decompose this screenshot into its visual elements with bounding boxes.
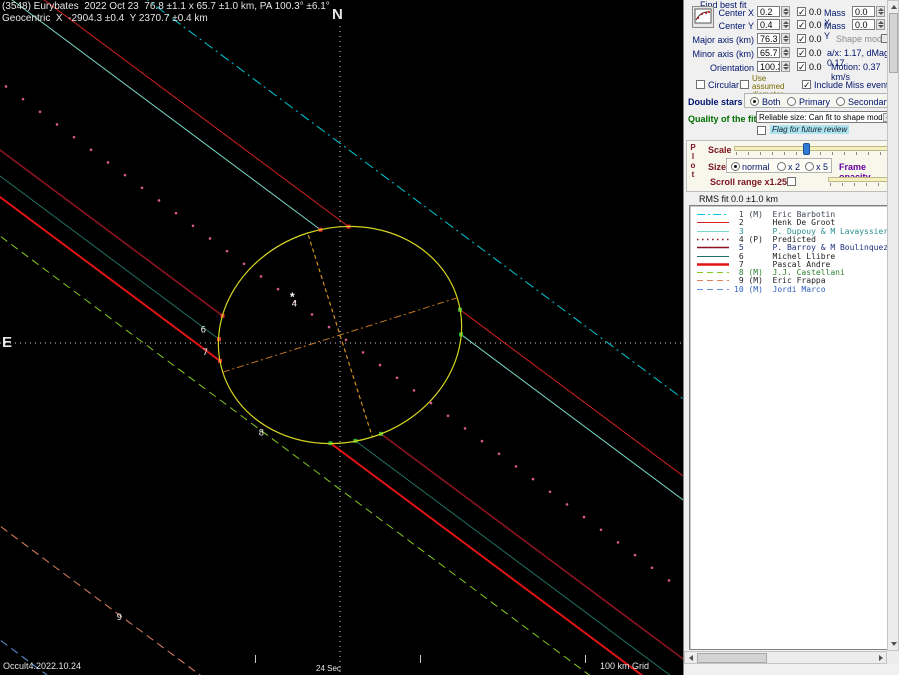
scroll-up-icon[interactable] <box>891 5 897 9</box>
center-y-input[interactable]: 0.4 <box>757 19 780 30</box>
occultation-plot[interactable]: 46789* (3548) Eurybates 2022 Oct 23 76.8… <box>0 0 683 675</box>
mass-y-spinner[interactable] <box>876 19 885 30</box>
use-assumed-diameter-checkbox[interactable] <box>740 80 749 89</box>
size-normal-radio[interactable] <box>731 162 740 171</box>
double-stars-primary-label: Primary <box>799 97 830 107</box>
rms-fit-label: RMS fit 0.0 ±1.0 km <box>699 194 778 204</box>
scale-slider-track[interactable] <box>734 146 897 151</box>
vertical-scrollbar[interactable] <box>887 0 899 651</box>
double-stars-both-label: Both <box>762 97 781 107</box>
size-x5-radio[interactable] <box>805 162 814 171</box>
flag-future-review-label: Flag for future review <box>770 125 849 134</box>
scale-slider[interactable] <box>734 143 897 155</box>
north-direction-label: N <box>332 6 343 23</box>
size-label: Size <box>708 162 726 172</box>
center-x-spinner[interactable] <box>781 6 790 17</box>
size-normal-label: normal <box>742 162 770 172</box>
quality-dropdown-value: Reliable size: Can fit to shape models <box>759 113 893 122</box>
horizontal-scrollbar-thumb[interactable] <box>697 653 767 663</box>
quality-of-fit-label: Quality of the fit <box>688 114 757 124</box>
scale-slider-ticks <box>736 152 895 155</box>
minor-axis-label: Minor axis (km) <box>688 49 754 59</box>
svg-text:6: 6 <box>201 325 206 335</box>
major-axis-label: Major axis (km) <box>688 35 754 45</box>
east-direction-label: E <box>2 334 12 351</box>
center-y-fit-checkbox[interactable]: ✓ <box>797 20 806 29</box>
circular-checkbox[interactable] <box>696 80 705 89</box>
scroll-down-icon[interactable] <box>891 642 897 646</box>
center-y-spinner[interactable] <box>781 19 790 30</box>
include-miss-events-checkbox[interactable]: ✓ <box>802 80 811 89</box>
major-axis-spinner[interactable] <box>781 33 790 44</box>
mass-x-spinner[interactable] <box>876 6 885 17</box>
major-axis-sigma: 0.0 <box>809 34 822 44</box>
center-x-label: Center X <box>692 8 754 18</box>
scroll-left-icon[interactable] <box>689 655 693 661</box>
time-scale-label: 24 Sec <box>316 664 341 673</box>
size-x2-label: x 2 <box>788 162 800 172</box>
minor-axis-sigma: 0.0 <box>809 48 822 58</box>
svg-text:*: * <box>290 290 295 304</box>
double-stars-both-radio[interactable] <box>750 97 759 106</box>
chords-plot-canvas: 46789* <box>0 0 683 675</box>
vertical-scrollbar-thumb[interactable] <box>889 13 898 73</box>
size-x5-label: x 5 <box>816 162 828 172</box>
orientation-sigma: 0.0 <box>809 62 822 72</box>
circular-label: Circular <box>708 80 739 90</box>
mass-x-input[interactable]: 0.0 <box>852 6 875 17</box>
quality-dropdown[interactable]: Reliable size: Can fit to shape models <box>756 111 895 123</box>
svg-text:9: 9 <box>117 613 122 623</box>
orientation-fit-checkbox[interactable]: ✓ <box>797 62 806 71</box>
center-x-fit-checkbox[interactable]: ✓ <box>797 7 806 16</box>
scroll-range-label: Scroll range x1.25 <box>710 177 787 187</box>
minor-axis-spinner[interactable] <box>781 47 790 58</box>
legend-row-text: 10 (M) Jordi Marco <box>734 285 826 294</box>
flag-future-review-checkbox[interactable] <box>757 126 766 135</box>
size-x2-radio[interactable] <box>777 162 786 171</box>
software-version-label: Occult4.2022.10.24 <box>3 661 81 671</box>
minor-axis-fit-checkbox[interactable]: ✓ <box>797 48 806 57</box>
orientation-input[interactable]: 100.3 <box>757 61 780 72</box>
grid-scale-label: 100 km Grid <box>600 661 649 671</box>
orientation-label: Orientation <box>688 63 754 73</box>
scroll-range-checkbox[interactable] <box>787 177 796 186</box>
plot-title: (3548) Eurybates 2022 Oct 23 76.8 ±1.1 x… <box>2 1 330 12</box>
scrollbar-corner <box>887 651 899 664</box>
svg-text:8: 8 <box>259 429 264 439</box>
double-stars-secondary-label: Secondary <box>848 97 891 107</box>
minor-axis-input[interactable]: 65.7 <box>757 47 780 58</box>
plot-vertical-label: Plot <box>689 143 697 179</box>
observer-legend-list[interactable]: 1 (M) Eric Barbotin 2 Henk De Groot 3 P.… <box>689 205 888 650</box>
orientation-spinner[interactable] <box>781 61 790 72</box>
scroll-right-icon[interactable] <box>879 655 883 661</box>
center-y-label: Center Y <box>692 21 754 31</box>
major-axis-input[interactable]: 76.3 <box>757 33 780 44</box>
double-stars-primary-radio[interactable] <box>787 97 796 106</box>
svg-text:7: 7 <box>203 348 208 358</box>
double-stars-secondary-radio[interactable] <box>836 97 845 106</box>
scale-label: Scale <box>708 145 732 155</box>
scale-slider-thumb[interactable] <box>803 143 810 155</box>
occult-fit-window: 46789* (3548) Eurybates 2022 Oct 23 76.8… <box>0 0 899 675</box>
mass-y-input[interactable]: 0.0 <box>852 19 875 30</box>
center-x-input[interactable]: 0.2 <box>757 6 780 17</box>
center-x-sigma: 0.0 <box>809 7 822 17</box>
legend-row[interactable]: 10 (M) Jordi Marco <box>690 285 887 294</box>
include-miss-events-label: Include Miss events <box>814 80 893 90</box>
major-axis-fit-checkbox[interactable]: ✓ <box>797 34 806 43</box>
legend-line-sample <box>696 285 730 294</box>
horizontal-scrollbar[interactable] <box>684 651 887 664</box>
plot-subtitle: Geocentric X -2904.3 ±0.4 Y 2370.7 ±0.4 … <box>2 13 208 24</box>
fit-control-panel: Find best fit Center X 0.2 ✓ 0.0 Mass X … <box>683 0 899 675</box>
center-y-sigma: 0.0 <box>809 20 822 30</box>
